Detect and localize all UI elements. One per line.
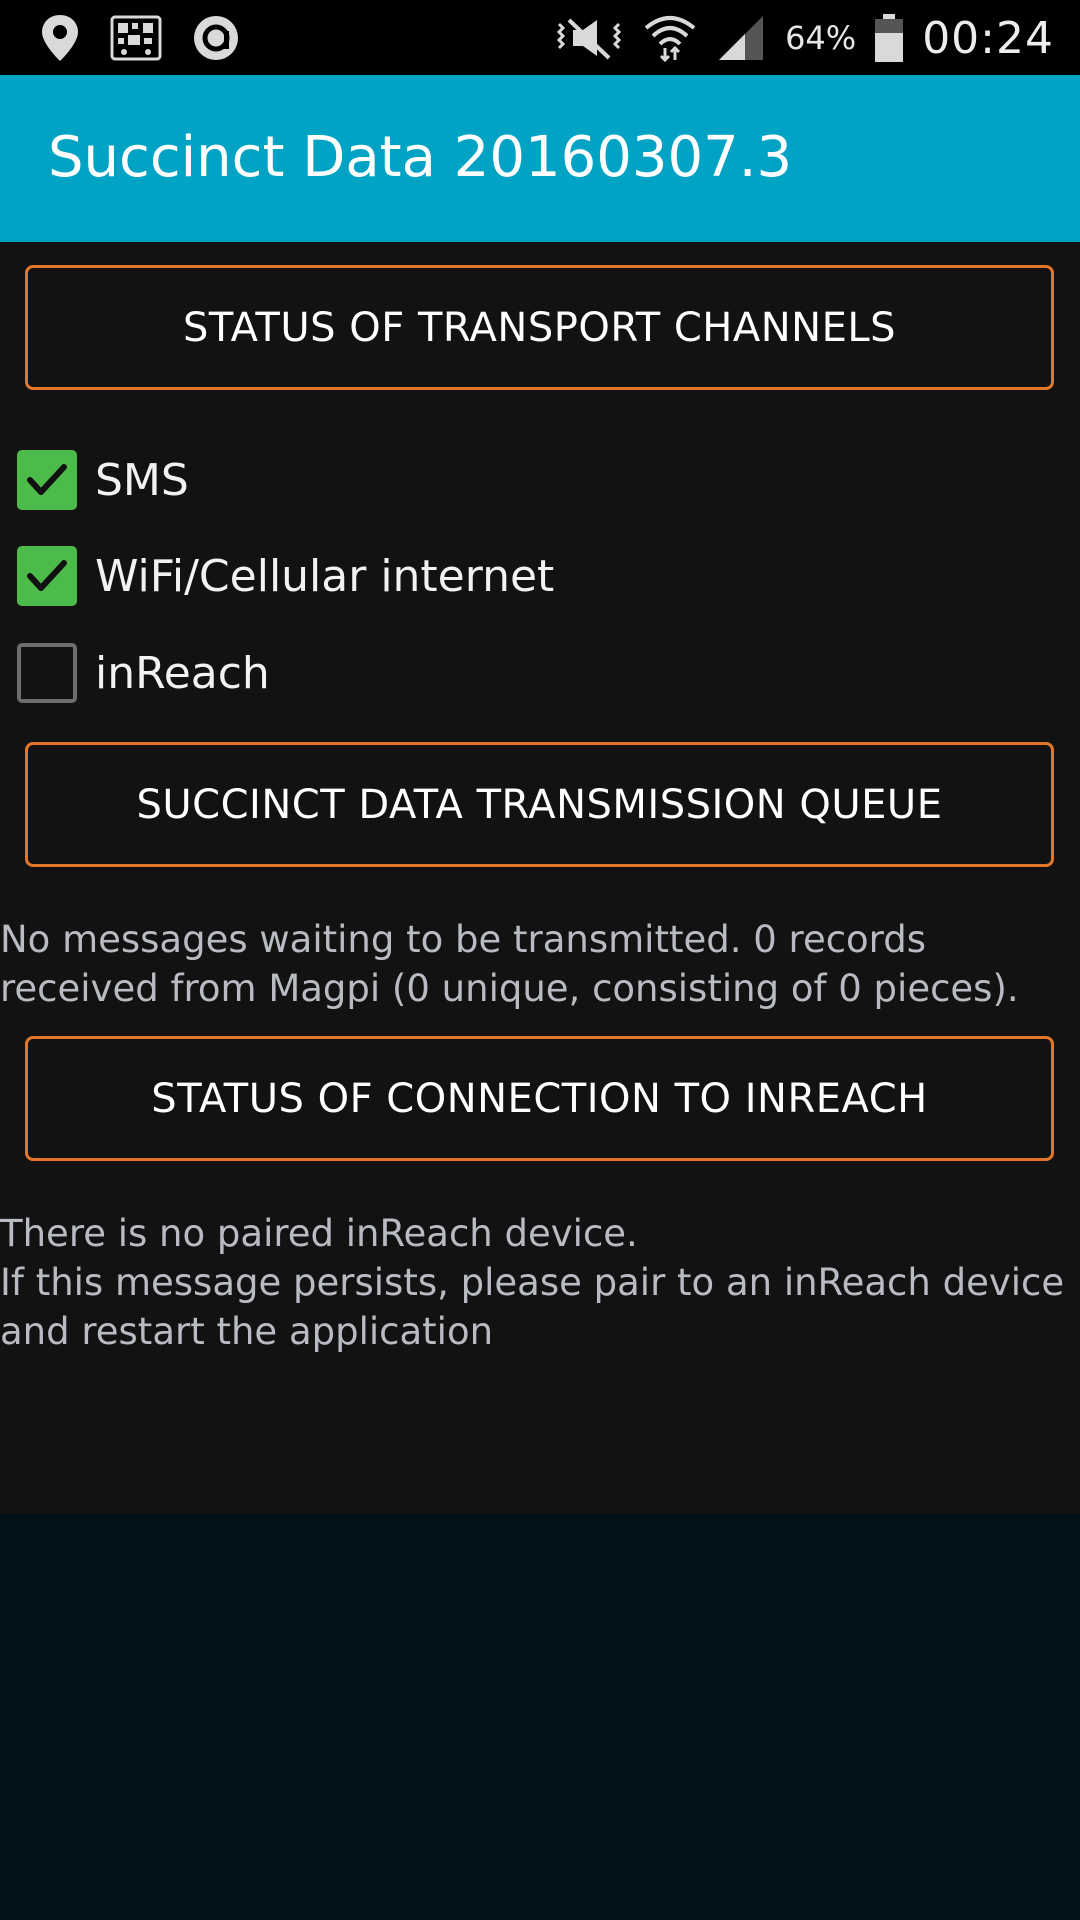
- status-bar: 64% 00:24: [0, 0, 1080, 75]
- wifi-cellular-label: WiFi/Cellular internet: [95, 550, 555, 602]
- inreach-connection-button[interactable]: STATUS OF CONNECTION TO INREACH: [25, 1036, 1054, 1161]
- inreach-status-line: and restart the application: [0, 1310, 494, 1353]
- channel-row-inreach[interactable]: inReach: [17, 642, 270, 704]
- qr-notification-icon: [110, 13, 162, 63]
- cell-signal-icon: [715, 14, 767, 62]
- queue-status-line: No messages waiting to be transmitted. 0…: [0, 918, 927, 961]
- battery-percent: 64%: [785, 19, 857, 57]
- transport-status-button[interactable]: STATUS OF TRANSPORT CHANNELS: [25, 265, 1054, 390]
- channel-row-wifi[interactable]: WiFi/Cellular internet: [17, 545, 554, 607]
- screen: 64% 00:24 Succinct Data 20160307.3 STATU…: [0, 0, 1080, 1920]
- queue-status-line: received from Magpi (0 unique, consistin…: [0, 967, 1019, 1010]
- inreach-checkbox[interactable]: [17, 643, 77, 703]
- status-bar-system: 64% 00:24: [553, 10, 1054, 66]
- inreach-label: inReach: [95, 647, 270, 699]
- check-icon: [27, 464, 67, 495]
- sms-label: SMS: [95, 454, 189, 506]
- status-bar-notifications: [40, 10, 240, 66]
- app-title: Succinct Data 20160307.3: [48, 125, 793, 190]
- inreach-status-line: There is no paired inReach device.: [0, 1212, 638, 1255]
- check-icon: [27, 560, 67, 591]
- location-icon: [40, 13, 80, 63]
- wifi-cellular-checkbox[interactable]: [17, 546, 77, 606]
- clock: 00:24: [922, 12, 1054, 64]
- battery-icon: [874, 13, 904, 63]
- app-notification-icon: [192, 14, 240, 62]
- queue-status-text: No messages waiting to be transmitted. 0…: [0, 915, 1070, 1013]
- inreach-status-line: If this message persists, please pair to…: [0, 1261, 1065, 1304]
- sms-checkbox[interactable]: [17, 450, 77, 510]
- main-content: STATUS OF TRANSPORT CHANNELS SMS WiFi/Ce…: [0, 242, 1080, 1514]
- app-bar: Succinct Data 20160307.3: [0, 75, 1080, 242]
- wifi-icon: [643, 12, 697, 64]
- channel-row-sms[interactable]: SMS: [17, 449, 189, 511]
- inreach-status-text: There is no paired inReach device. If th…: [0, 1209, 1070, 1356]
- transmission-queue-button[interactable]: SUCCINCT DATA TRANSMISSION QUEUE: [25, 742, 1054, 867]
- mute-vibrate-icon: [553, 14, 625, 62]
